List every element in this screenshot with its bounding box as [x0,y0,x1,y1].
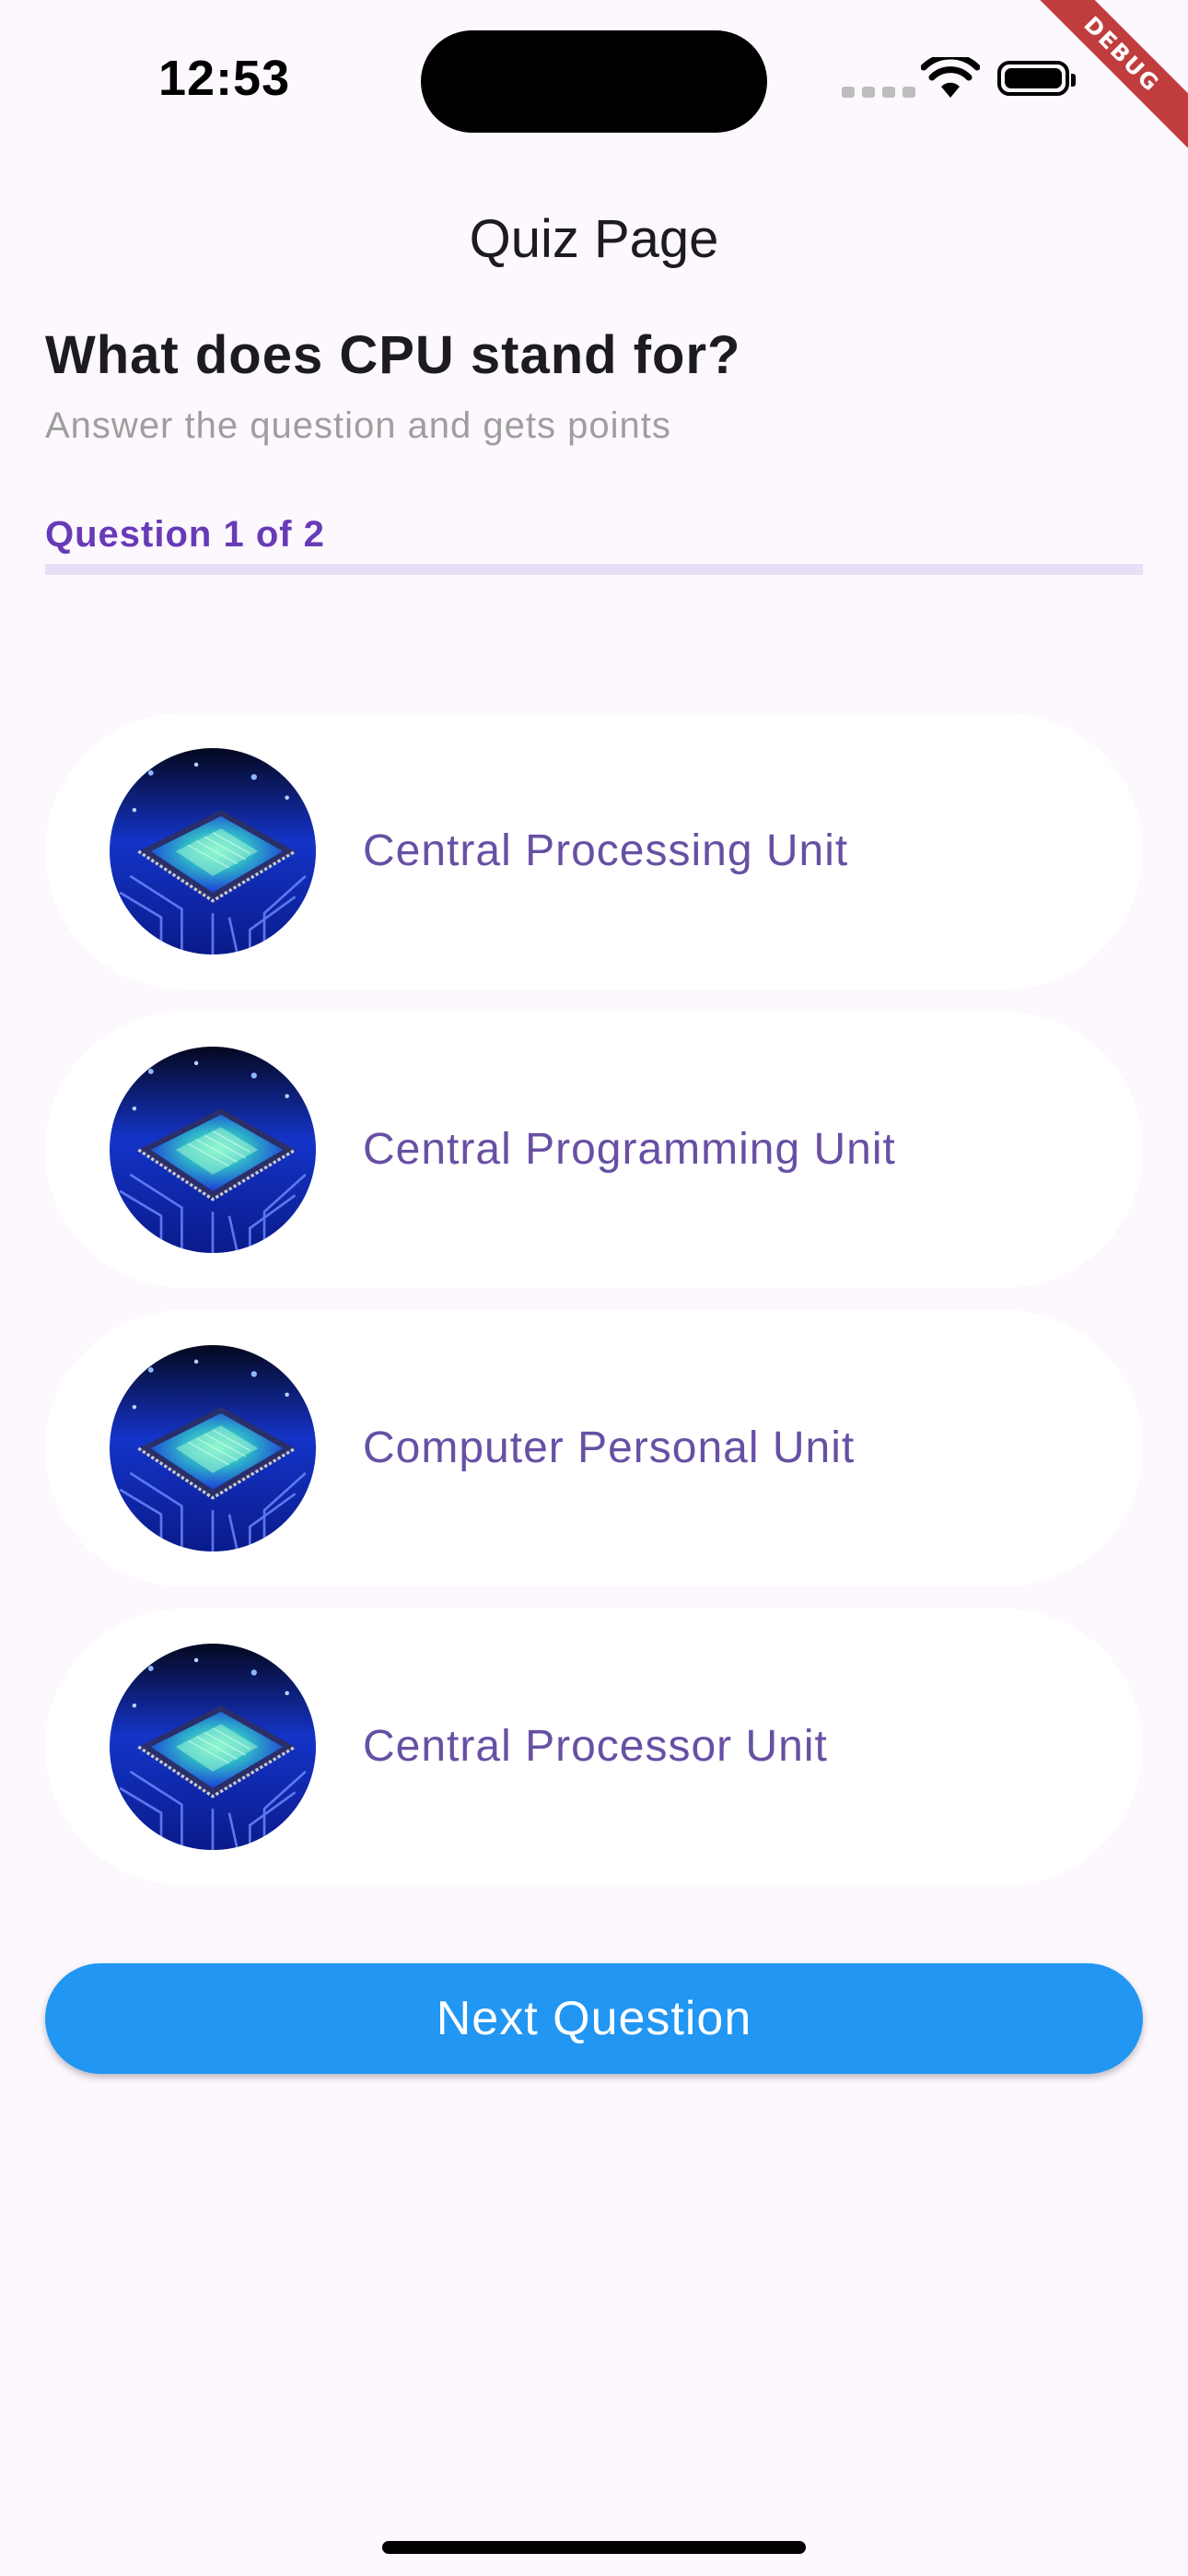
cpu-chip-image [110,1047,316,1253]
answer-option[interactable]: Central Processing Unit [45,713,1143,989]
cpu-chip-image [110,1345,316,1551]
dynamic-island [421,30,767,133]
cpu-chip-image [110,748,316,954]
progress-label: Question 1 of 2 [45,514,325,555]
cellular-signal-icon [842,87,915,98]
answer-option[interactable]: Central Programming Unit [45,1012,1143,1288]
answer-option-label: Central Processor Unit [363,1722,828,1771]
question-text: What does CPU stand for? [45,325,741,385]
wifi-icon [920,53,981,104]
answer-option-label: Computer Personal Unit [363,1423,856,1472]
answer-options: Central Processing Unit Central Programm… [45,713,1143,1907]
debug-banner: DEBUG [1004,0,1188,184]
home-indicator[interactable] [382,2541,806,2554]
next-question-button[interactable]: Next Question [45,1963,1143,2074]
debug-banner-label: DEBUG [1010,0,1188,166]
answer-option-label: Central Processing Unit [363,826,849,875]
question-subtitle: Answer the question and gets points [45,405,671,446]
answer-option[interactable]: Central Processor Unit [45,1609,1143,1885]
answer-option-label: Central Programming Unit [363,1125,896,1174]
page-title: Quiz Page [469,209,719,269]
progress-bar [45,564,1143,575]
answer-option[interactable]: Computer Personal Unit [45,1310,1143,1587]
status-time: 12:53 [158,51,291,106]
cpu-chip-image [110,1644,316,1850]
